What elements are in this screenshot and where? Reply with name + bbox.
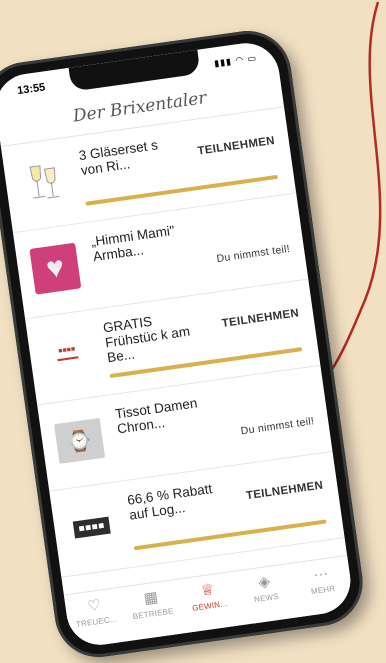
watch-icon: ⌚ bbox=[54, 417, 106, 464]
brand-logo-icon: ■■■■ bbox=[72, 516, 111, 539]
progress-bar bbox=[133, 519, 327, 551]
wine-glasses-thumbnail bbox=[17, 157, 69, 209]
tab-treuecard[interactable]: ♡ TREUEC... bbox=[64, 588, 128, 649]
participation-status: Du nimmst teil! bbox=[240, 415, 315, 438]
item-title: GRATIS Frühstüc k am Be... bbox=[102, 313, 191, 366]
participation-status: Du nimmst teil! bbox=[215, 242, 291, 266]
item-title: 66,6 % Rabatt auf Log... bbox=[126, 481, 214, 523]
participate-button[interactable]: TEILNEHMEN bbox=[197, 135, 276, 158]
phone-mockup: 13:55 ▮▮▮ ◠ ▭ Der Brixentaler 3 Gläserse… bbox=[0, 25, 369, 663]
kitzbueheler-logo-thumbnail: ■■■■ ▬▬▬ bbox=[41, 329, 93, 381]
heart-icon: ♥ bbox=[29, 242, 82, 295]
status-time: 13:55 bbox=[16, 81, 47, 98]
participate-button[interactable]: TEILNEHMEN bbox=[245, 480, 324, 503]
status-icons: ▮▮▮ ◠ ▭ bbox=[213, 52, 258, 69]
tab-gewinnspiele[interactable]: ♕ GEWIN... bbox=[177, 572, 241, 633]
ginne-logo-thumbnail: ■■■■ bbox=[66, 501, 118, 553]
brand-logo-icon: ■■■■ ▬▬▬ bbox=[57, 345, 79, 364]
participate-button[interactable]: TEILNEHMEN bbox=[221, 307, 300, 330]
item-title: Tissot Damen Chron... bbox=[114, 395, 199, 437]
tab-betriebe[interactable]: ▦ BETRIEBE bbox=[121, 580, 185, 641]
watch-thumbnail: ⌚ bbox=[54, 415, 106, 467]
tab-news[interactable]: ◈ NEWS bbox=[234, 564, 298, 625]
item-title: „Himmi Mami" Armba... bbox=[89, 222, 176, 265]
heart-bracelet-thumbnail: ♥ bbox=[29, 242, 82, 295]
wine-glasses-icon bbox=[29, 165, 60, 199]
tab-mehr[interactable]: ··· MEHR bbox=[291, 556, 355, 617]
item-title: 3 Gläserset s von Ri... bbox=[77, 137, 159, 179]
